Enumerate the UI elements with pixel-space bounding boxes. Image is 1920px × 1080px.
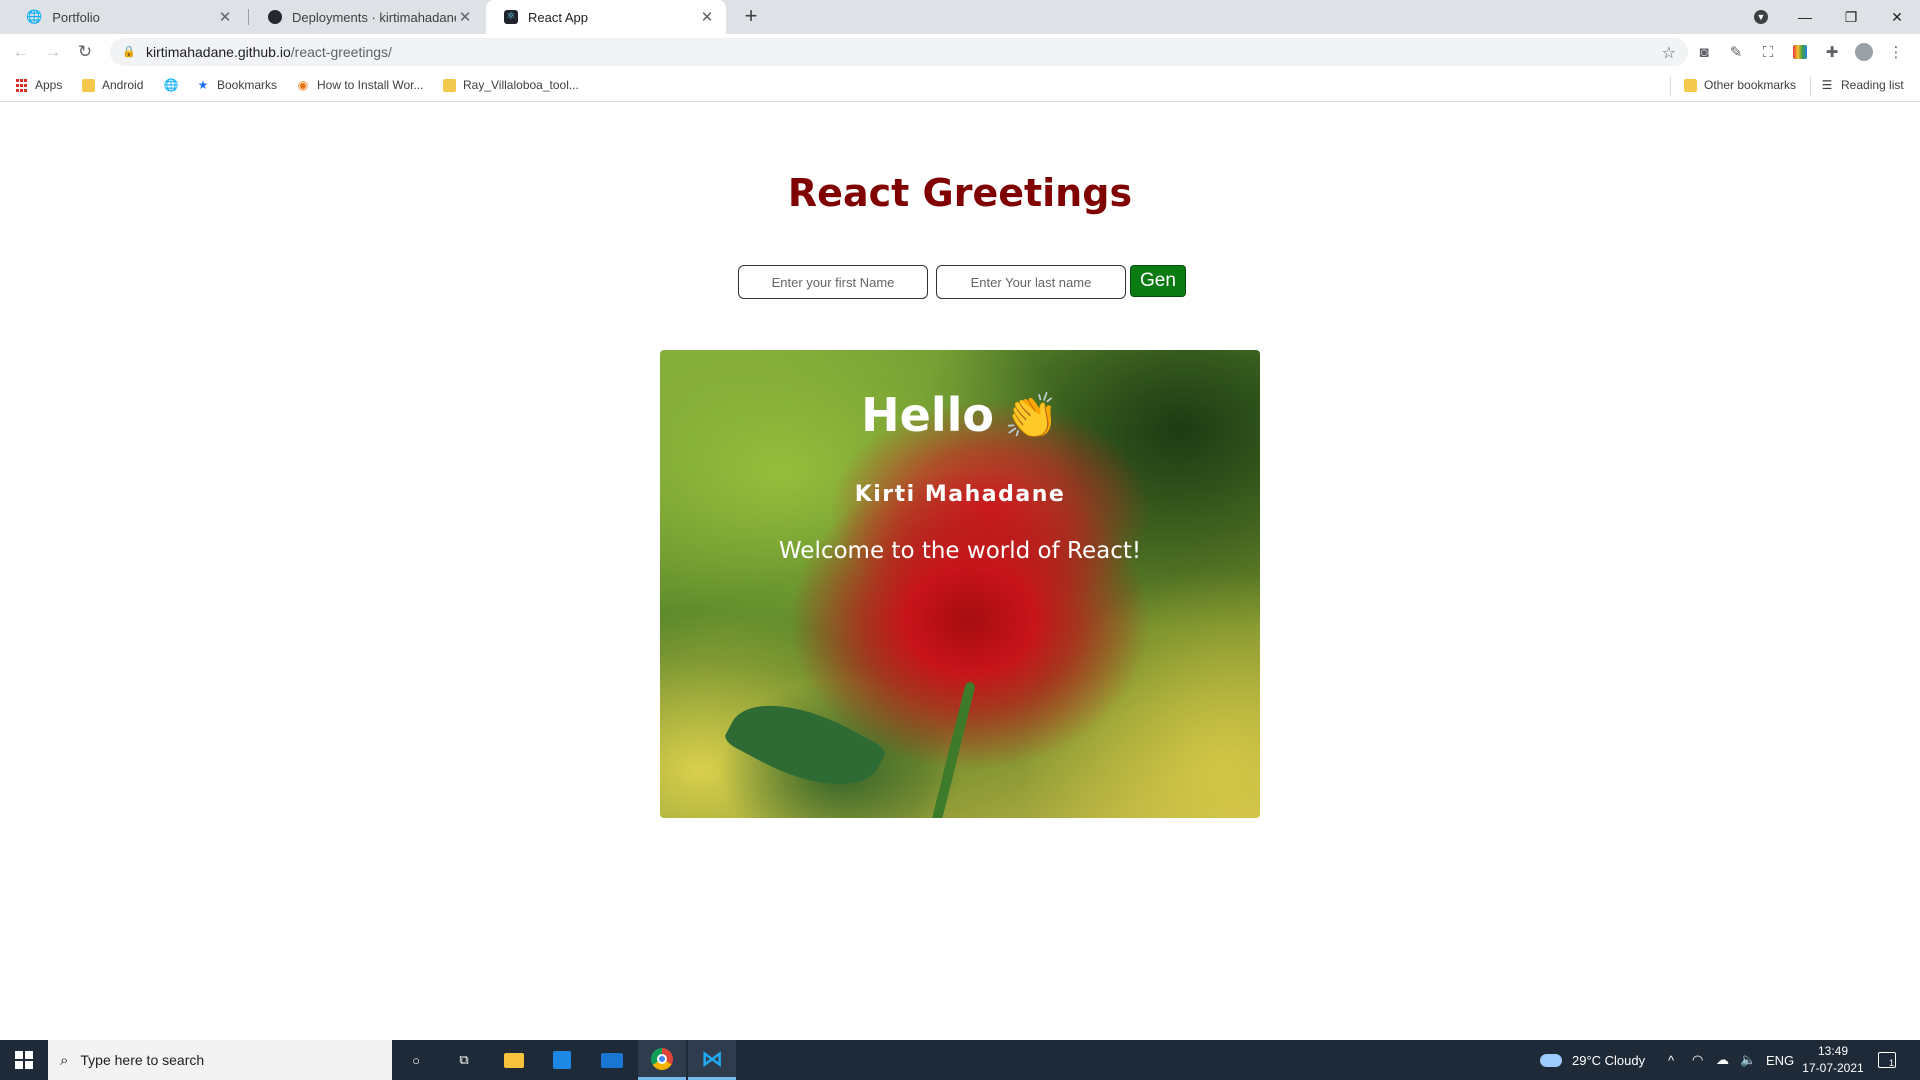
hello-text: Hello (861, 388, 995, 442)
bookmark-label: Other bookmarks (1704, 78, 1797, 92)
browser-toolbar: ← → ↻ 🔒 kirtimahadane.github.io/react-gr… (0, 34, 1920, 70)
react-icon: ⚛ (504, 10, 518, 24)
welcome-message: Welcome to the world of React! (778, 538, 1142, 564)
language-indicator[interactable]: ENG (1766, 1040, 1794, 1080)
bookmark-bookmarks[interactable]: ★ Bookmarks (196, 78, 277, 92)
greeting-card: Hello 👏 Kirti Mahadane Welcome to the wor… (660, 350, 1260, 818)
lock-icon: 🔒 (122, 46, 136, 58)
weather-text: 29°C Cloudy (1572, 1052, 1646, 1068)
close-window-button[interactable]: ✕ (1874, 0, 1920, 34)
bookmark-label: Android (102, 78, 144, 92)
bookmark-label: Apps (35, 78, 63, 92)
restore-button[interactable]: ❐ (1828, 0, 1874, 34)
reading-list[interactable]: ☰ Reading list (1820, 78, 1904, 92)
rose-stem (930, 681, 976, 818)
address-bar[interactable]: 🔒 kirtimahadane.github.io/react-greeting… (110, 38, 1688, 66)
vscode-icon[interactable]: ⋈ (688, 1040, 736, 1080)
extensions-puzzle-icon[interactable]: ✚ (1822, 42, 1842, 62)
speaker-icon[interactable]: 🔈 (1740, 1040, 1756, 1080)
chevron-up-icon[interactable]: ^ (1668, 1040, 1674, 1080)
new-tab-button[interactable]: + (738, 4, 764, 30)
bookmark-star-icon[interactable]: ☆ (1662, 43, 1676, 63)
task-view-icon[interactable]: ⧉ (440, 1040, 488, 1080)
tab-search-icon[interactable]: ▼ (1738, 0, 1784, 34)
bookmark-other[interactable]: Other bookmarks (1684, 78, 1796, 92)
file-explorer-icon[interactable] (490, 1040, 538, 1080)
page-title: React Greetings (787, 171, 1133, 215)
bookmark-label: Reading list (1841, 78, 1904, 92)
bookmark-ray-villaloboa[interactable]: Ray_Villaloboa_tool... (443, 78, 579, 92)
mail-icon[interactable] (588, 1040, 636, 1080)
folder-icon (443, 78, 456, 92)
windows-start-icon[interactable] (0, 1040, 48, 1080)
bookmark-divider (1670, 76, 1671, 96)
notification-center-icon[interactable]: 1 (1878, 1040, 1896, 1080)
gen-button[interactable]: Gen (1130, 265, 1186, 297)
clock[interactable]: 13:49 17-07-2021 (1796, 1043, 1870, 1077)
greeted-name: Kirti Mahadane (854, 482, 1066, 507)
cortana-icon[interactable]: ○ (392, 1040, 440, 1080)
bookmark-android[interactable]: Android (82, 78, 143, 92)
first-name-input[interactable] (738, 265, 928, 299)
folder-icon (1684, 78, 1697, 92)
notification-count: 1 (1878, 1052, 1896, 1068)
close-icon[interactable]: ✕ (698, 8, 716, 26)
windows-taskbar: ⌕ Type here to search ○ ⧉ ⋈ 29°C Cloudy … (0, 1040, 1920, 1080)
minimize-button[interactable]: — (1782, 0, 1828, 34)
globe-icon: 🌐 (163, 78, 179, 92)
close-icon[interactable]: ✕ (216, 8, 234, 26)
star-icon: ★ (197, 78, 209, 92)
tab-title: React App (528, 9, 588, 25)
search-placeholder: Type here to search (80, 1052, 205, 1068)
bookmarks-bar: Apps Android 🌐 ★ Bookmarks ◉ How to Inst… (0, 70, 1920, 102)
cloud-icon (1540, 1053, 1562, 1067)
page-viewport: React Greetings Gen Hello👏 Kirti Mahadan… (0, 103, 1920, 1040)
clock-time: 13:49 (1817, 1044, 1849, 1058)
tab-title: Deployments · kirtimahadane/react-greeti… (292, 9, 456, 25)
back-arrow-icon[interactable]: ← (8, 40, 34, 64)
forward-arrow-icon[interactable]: → (40, 40, 66, 64)
color-palette-icon[interactable] (1790, 42, 1810, 62)
tab-strip: 🌐 Portfolio ✕ Deployments · kirtimahadan… (0, 0, 1920, 34)
hello-heading: Hello 👏 (660, 388, 1260, 442)
reload-icon[interactable]: ↻ (72, 40, 98, 64)
rose-leaf (722, 678, 888, 812)
clock-date: 17-07-2021 (1802, 1061, 1864, 1075)
eyedropper-icon[interactable]: ✎ (1726, 42, 1746, 62)
tab-separator (248, 9, 249, 25)
bookmark-apps[interactable]: Apps (14, 78, 62, 92)
camera-icon[interactable]: ◙ (1694, 42, 1714, 62)
network-icon[interactable]: ◠ (1692, 1040, 1703, 1080)
bookmark-label: How to Install Wor... (317, 78, 424, 92)
weather-widget[interactable]: 29°C Cloudy (1540, 1040, 1645, 1080)
reading-list-icon: ☰ (1821, 78, 1833, 92)
folder-icon (82, 78, 95, 92)
bookmark-label: Ray_Villaloboa_tool... (463, 78, 579, 92)
close-icon[interactable]: ✕ (456, 8, 474, 26)
chrome-icon[interactable] (638, 1040, 686, 1080)
menu-kebab-icon[interactable]: ⋮ (1886, 42, 1906, 62)
screenshot-icon[interactable]: ⛶ (1758, 42, 1778, 62)
clapping-hands-icon: 👏 (1004, 391, 1059, 442)
tab-deployments[interactable]: Deployments · kirtimahadane/react-greeti… (250, 0, 484, 34)
tab-title: Portfolio (52, 9, 100, 25)
profile-avatar-icon[interactable] (1854, 42, 1874, 62)
site-icon: ◉ (297, 78, 309, 92)
bookmark-divider (1810, 76, 1811, 96)
onedrive-icon[interactable]: ☁ (1716, 1040, 1729, 1080)
tab-portfolio[interactable]: 🌐 Portfolio ✕ (8, 0, 244, 34)
url-host: kirtimahadane.github.io (146, 44, 291, 60)
globe-icon: 🌐 (26, 9, 43, 24)
apps-grid-icon (14, 78, 28, 92)
last-name-input[interactable] (936, 265, 1126, 299)
bookmark-how-to-install[interactable]: ◉ How to Install Wor... (296, 78, 424, 92)
taskbar-search-input[interactable]: ⌕ Type here to search (48, 1040, 392, 1080)
bookmark-globe[interactable]: 🌐 (164, 78, 185, 92)
url-path: /react-greetings/ (290, 44, 392, 60)
github-icon (268, 10, 282, 24)
search-icon: ⌕ (60, 1051, 69, 1069)
bookmark-label: Bookmarks (217, 78, 278, 92)
microsoft-store-icon[interactable] (538, 1040, 586, 1080)
tab-react-app[interactable]: ⚛ React App ✕ (486, 0, 726, 34)
